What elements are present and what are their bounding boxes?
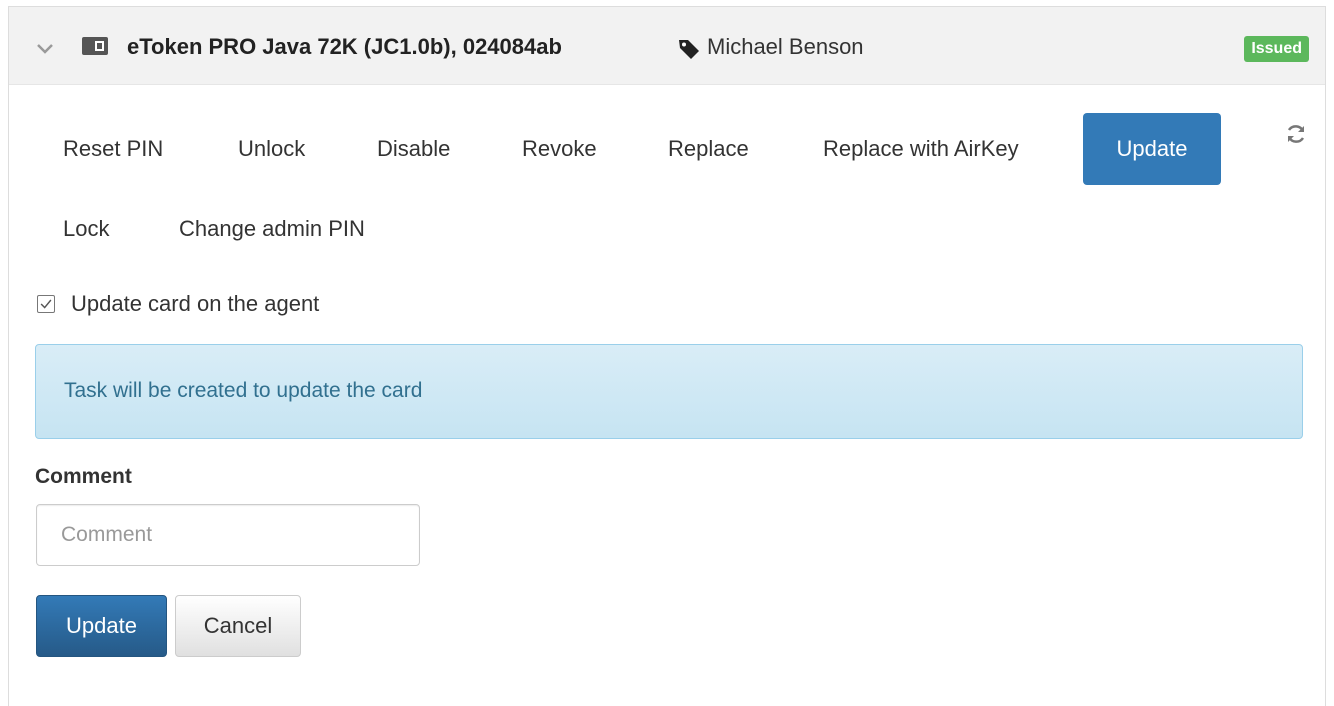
checkmark-icon <box>40 299 52 309</box>
update-submit-button[interactable]: Update <box>36 595 167 657</box>
action-disable[interactable]: Disable <box>357 113 470 185</box>
info-alert: Task will be created to update the card <box>35 344 1303 439</box>
action-unlock[interactable]: Unlock <box>218 113 325 185</box>
refresh-icon[interactable] <box>1285 123 1307 145</box>
action-revoke[interactable]: Revoke <box>502 113 617 185</box>
action-lock[interactable]: Lock <box>43 193 129 265</box>
cancel-button[interactable]: Cancel <box>175 595 301 657</box>
status-badge: Issued <box>1244 36 1309 62</box>
action-update[interactable]: Update <box>1083 113 1221 185</box>
smart-card-icon <box>82 37 108 55</box>
owner-name: Michael Benson <box>707 34 864 59</box>
action-replace-with-airkey[interactable]: Replace with AirKey <box>803 113 1039 185</box>
comment-label: Comment <box>35 465 132 488</box>
update-on-agent-label[interactable]: Update card on the agent <box>71 291 319 317</box>
action-change-admin-pin[interactable]: Change admin PIN <box>159 193 385 265</box>
info-alert-text: Task will be created to update the card <box>64 379 423 402</box>
tag-icon <box>679 40 699 59</box>
comment-input[interactable] <box>36 504 420 566</box>
action-replace[interactable]: Replace <box>648 113 769 185</box>
update-on-agent-checkbox[interactable] <box>37 295 55 313</box>
card-panel: eToken PRO Java 72K (JC1.0b), 024084ab M… <box>8 6 1326 706</box>
card-title: eToken PRO Java 72K (JC1.0b), 024084ab <box>127 34 562 59</box>
action-reset-pin[interactable]: Reset PIN <box>43 113 183 185</box>
card-panel-header[interactable]: eToken PRO Java 72K (JC1.0b), 024084ab M… <box>9 7 1325 85</box>
chevron-down-icon[interactable] <box>35 39 55 59</box>
